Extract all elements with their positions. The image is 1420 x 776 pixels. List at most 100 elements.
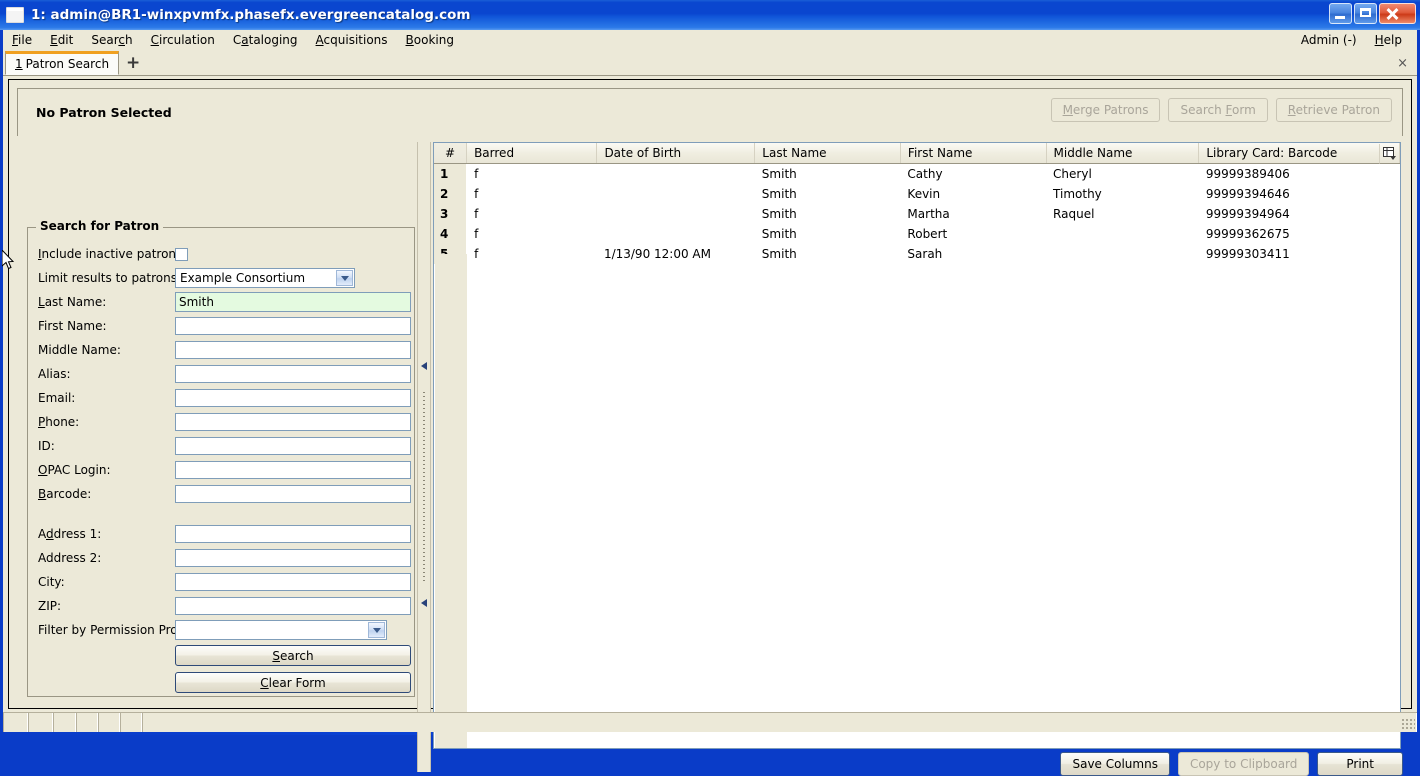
column-header-middle-name[interactable]: Middle Name xyxy=(1046,143,1200,164)
city-input[interactable] xyxy=(175,573,411,591)
application-window: 1: admin@BR1-winxpvmfx.phasefx.evergreen… xyxy=(0,0,1420,776)
menu-search[interactable]: Search xyxy=(82,31,141,49)
results-header-row: # Barred Date of Birth Last Name First N… xyxy=(434,143,1400,164)
cell-barcode: 99999362675 xyxy=(1205,227,1290,241)
status-segment xyxy=(53,713,76,732)
patron-summary-header: No Patron Selected Merge Patrons Search … xyxy=(17,88,1403,136)
last-name-input[interactable] xyxy=(175,292,411,312)
clear-form-button[interactable]: Clear Form xyxy=(175,672,411,693)
phone-input[interactable] xyxy=(175,413,411,431)
cell-dob xyxy=(597,184,755,204)
address2-input[interactable] xyxy=(175,549,411,567)
tab-label: Patron Search xyxy=(25,57,110,71)
column-header-first-name[interactable]: First Name xyxy=(900,143,1047,164)
results-actions: Save Columns Copy to Clipboard Print xyxy=(1060,752,1403,776)
email-input[interactable] xyxy=(175,389,411,407)
minimize-button[interactable] xyxy=(1329,3,1352,24)
search-form-button[interactable]: Search Form xyxy=(1168,98,1268,122)
results-pane: # Barred Date of Birth Last Name First N… xyxy=(433,142,1403,776)
save-columns-button[interactable]: Save Columns xyxy=(1060,752,1170,776)
table-row[interactable]: 2 f Smith Kevin Timothy 99999394646 xyxy=(434,184,1400,204)
menu-cataloging[interactable]: Cataloging xyxy=(224,31,307,49)
cell-middle-name: Raquel xyxy=(1053,207,1095,221)
menu-acquisitions[interactable]: Acquisitions xyxy=(307,31,397,49)
column-picker-icon[interactable] xyxy=(1379,144,1399,164)
close-button[interactable] xyxy=(1379,3,1416,24)
middle-name-label: Middle Name: xyxy=(38,343,121,357)
cell-barred: f xyxy=(474,207,479,221)
copy-to-clipboard-button[interactable]: Copy to Clipboard xyxy=(1177,752,1310,776)
results-table-body: 1 f Smith Cathy Cheryl 99999389406 2 f S… xyxy=(434,163,1400,264)
field-row-phone: Phone: xyxy=(28,410,416,434)
results-table: # Barred Date of Birth Last Name First N… xyxy=(434,143,1400,264)
retrieve-patron-button[interactable]: Retrieve Patron xyxy=(1275,98,1392,122)
pane-splitter[interactable] xyxy=(417,142,431,772)
menu-admin[interactable]: Admin (-) xyxy=(1292,31,1366,49)
limit-results-select[interactable]: Example Consortium xyxy=(175,268,355,288)
field-row-barcode: Barcode: xyxy=(28,482,416,506)
middle-name-input[interactable] xyxy=(175,341,411,359)
menu-edit[interactable]: Edit xyxy=(41,31,82,49)
resize-grip-icon[interactable] xyxy=(1401,718,1415,730)
maximize-button[interactable] xyxy=(1354,3,1377,24)
permission-profile-select[interactable] xyxy=(175,620,387,640)
menu-bar-right: Admin (-) Help xyxy=(1292,30,1417,50)
include-inactive-checkbox[interactable] xyxy=(175,247,188,261)
status-segment xyxy=(28,713,53,732)
cell-barred: f xyxy=(474,187,479,201)
barcode-input[interactable] xyxy=(175,485,411,503)
title-bar: 1: admin@BR1-winxpvmfx.phasefx.evergreen… xyxy=(0,0,1420,30)
cell-row-number: 1 xyxy=(434,163,468,184)
address1-input[interactable] xyxy=(175,525,411,543)
tab-patron-search[interactable]: 1 Patron Search xyxy=(5,51,120,75)
cell-barred: f xyxy=(474,167,479,181)
splitter-collapse-down-icon[interactable] xyxy=(420,597,429,607)
column-header-last-name[interactable]: Last Name xyxy=(754,143,901,164)
merge-patrons-button[interactable]: Merge Patrons xyxy=(1050,98,1161,122)
menu-help[interactable]: Help xyxy=(1366,31,1411,49)
cell-barcode: 99999394646 xyxy=(1205,187,1290,201)
menu-file[interactable]: File xyxy=(3,31,41,49)
id-input[interactable] xyxy=(175,437,411,455)
patron-results-grid[interactable]: # Barred Date of Birth Last Name First N… xyxy=(433,142,1401,749)
search-button[interactable]: Search xyxy=(175,645,411,666)
cell-dob xyxy=(597,204,755,224)
patron-status-label: No Patron Selected xyxy=(36,105,172,120)
close-tab-button[interactable]: × xyxy=(1397,56,1408,71)
menu-circulation[interactable]: Circulation xyxy=(142,31,224,49)
column-header-barred[interactable]: Barred xyxy=(466,143,598,164)
field-row-permission-profile: Filter by Permission Profile: xyxy=(28,618,416,642)
cell-middle-name xyxy=(1046,224,1199,244)
table-row[interactable]: 4 f Smith Robert 99999362675 xyxy=(434,224,1400,244)
client-area: File Edit Search Circulation Cataloging … xyxy=(3,30,1417,776)
cell-last-name: Smith xyxy=(761,247,797,261)
column-header-number[interactable]: # xyxy=(434,143,468,164)
limit-results-label: Limit results to patrons in xyxy=(38,271,192,285)
cell-dob: 1/13/90 12:00 AM xyxy=(603,247,711,261)
cell-row-number: 2 xyxy=(434,184,468,204)
window-controls xyxy=(1329,3,1416,24)
cell-first-name: Robert xyxy=(907,227,948,241)
field-row-middle-name: Middle Name: xyxy=(28,338,416,362)
limit-results-value: Example Consortium xyxy=(180,271,306,285)
column-header-dob[interactable]: Date of Birth xyxy=(596,143,756,164)
menu-bar: File Edit Search Circulation Cataloging … xyxy=(3,30,1417,50)
table-row[interactable]: 5 f 1/13/90 12:00 AM Smith Sarah 9999930… xyxy=(434,244,1400,264)
zip-input[interactable] xyxy=(175,597,411,615)
splitter-collapse-up-icon[interactable] xyxy=(420,360,429,370)
chevron-down-icon xyxy=(368,622,385,638)
alias-input[interactable] xyxy=(175,365,411,383)
cell-barcode: 99999389406 xyxy=(1205,167,1290,181)
status-segment xyxy=(76,713,98,732)
new-tab-button[interactable]: + xyxy=(122,52,144,74)
cell-barcode: 99999303411 xyxy=(1205,247,1290,261)
column-header-library-card[interactable]: Library Card: Barcode xyxy=(1198,143,1400,164)
table-row[interactable]: 3 f Smith Martha Raquel 99999394964 xyxy=(434,204,1400,224)
print-button[interactable]: Print xyxy=(1317,752,1403,776)
field-row-first-name: First Name: xyxy=(28,314,416,338)
table-row[interactable]: 1 f Smith Cathy Cheryl 99999389406 xyxy=(434,163,1400,184)
menu-booking[interactable]: Booking xyxy=(397,31,463,49)
first-name-input[interactable] xyxy=(175,317,411,335)
opac-login-input[interactable] xyxy=(175,461,411,479)
field-row-email: Email: xyxy=(28,386,416,410)
